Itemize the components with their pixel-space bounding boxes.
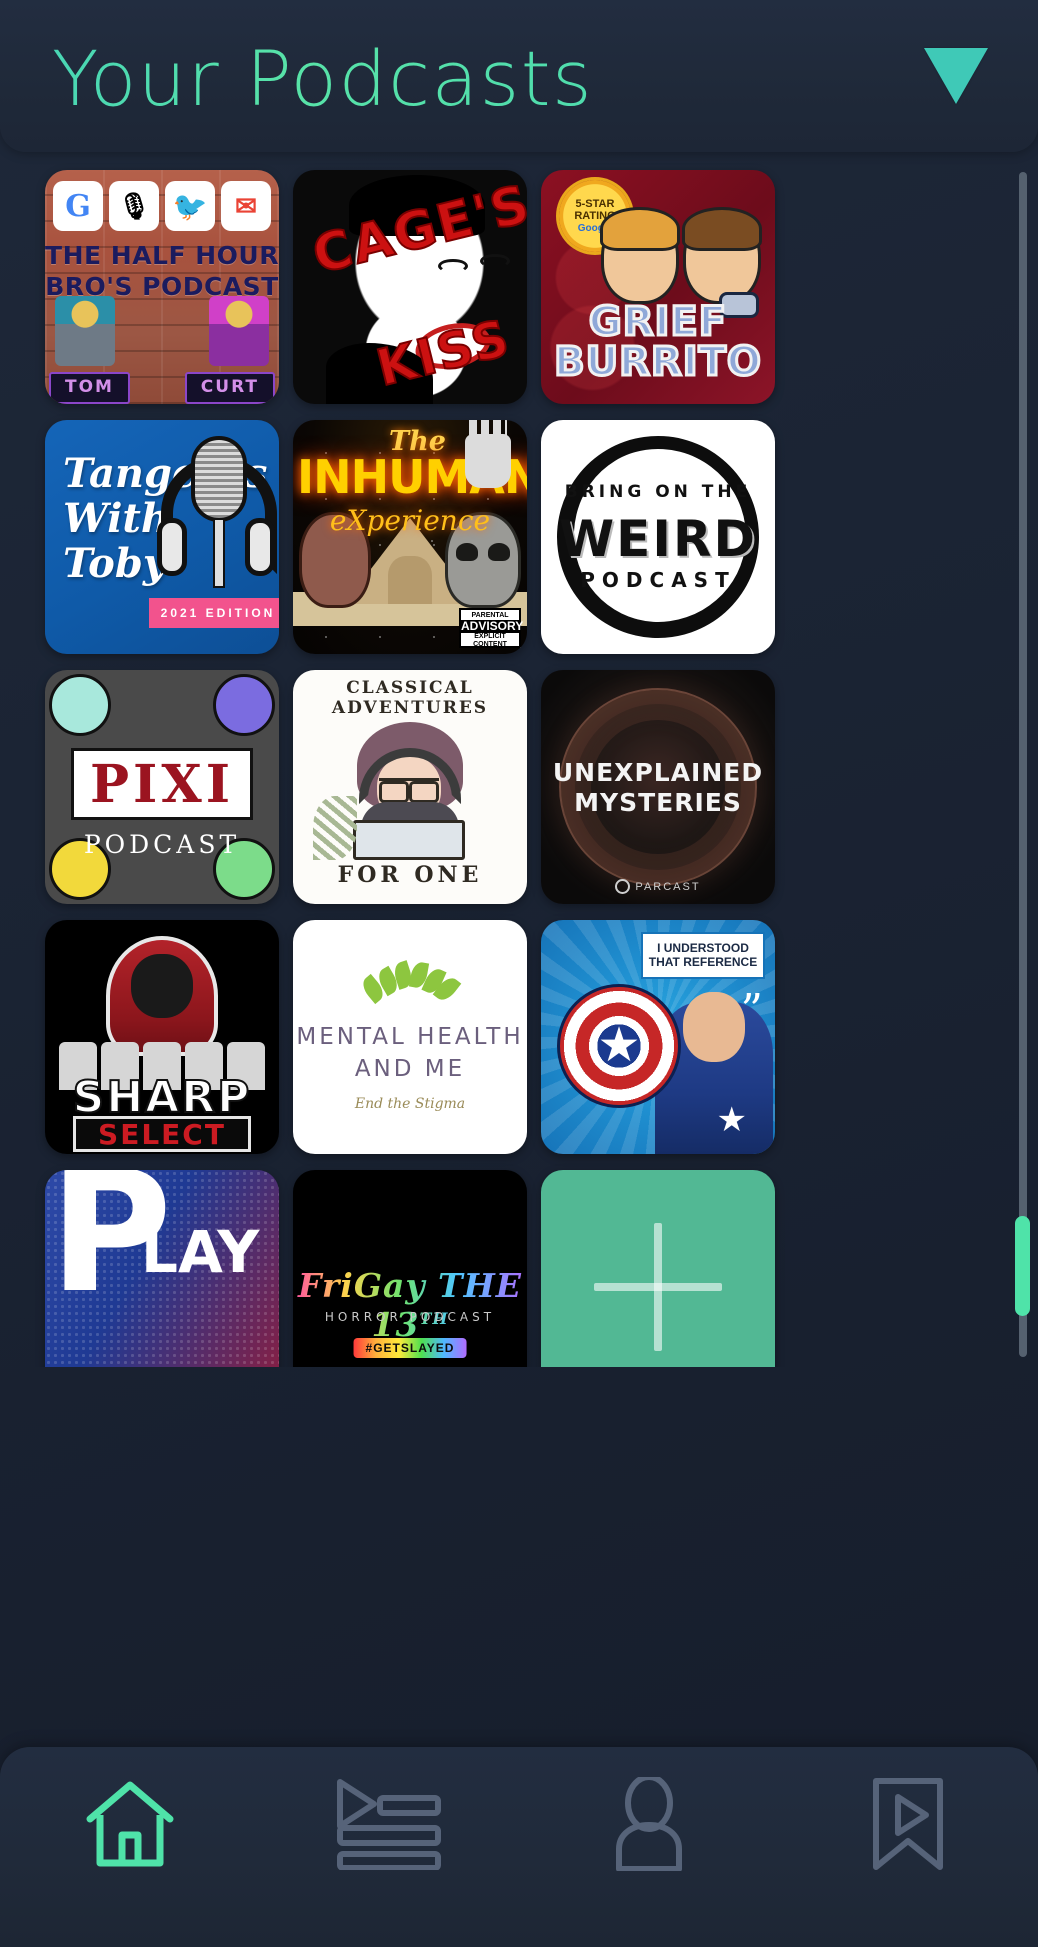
host-avatar-right (209, 296, 269, 366)
character-head-right (682, 207, 762, 304)
twitter-icon: 🐦 (165, 181, 215, 231)
podcast-tile-mental-health-and-me[interactable]: MENTAL HEALTH AND ME End the Stigma Ment… (293, 920, 527, 1154)
hashtag-badge: #GETSLAYED (353, 1338, 467, 1358)
podcast-tile-pixi-podcast[interactable]: PIXI PODCAST Pixi Podcast (45, 670, 279, 904)
tile-title-line2: WEIRD (559, 510, 757, 568)
edition-band: 2021 EDITION (149, 598, 279, 628)
tile-subtitle: PODCAST (83, 830, 241, 859)
quote-mark-icon: ” (740, 985, 764, 1036)
podcast-tile-bring-on-the-weird[interactable]: BRING ON THE WEIRD PODCAST Bring On The … (541, 420, 775, 654)
header: Your Podcasts (0, 0, 1038, 152)
host-name-left: TOM (49, 372, 130, 404)
podcast-tile-unexplained-mysteries[interactable]: UNEXPLAINED MYSTERIES PARCAST Unexplaine… (541, 670, 775, 904)
bookmark-play-icon (873, 1778, 944, 1870)
host-avatar-left (55, 296, 115, 366)
tile-title: PIXI (89, 753, 235, 815)
cage-eye-left (438, 258, 469, 273)
emoji-laughing-icon (213, 674, 275, 736)
podcast-tile-grief-burrito[interactable]: 5-STAR RATING Google GRIEF BURRITO Grief… (541, 170, 775, 404)
playlist-icon (337, 1779, 442, 1870)
character-head-left (600, 207, 680, 304)
plus-icon (594, 1223, 722, 1351)
tile-title-line3: PODCAST (580, 568, 736, 592)
host-name-row: TOM CURT (45, 372, 279, 404)
nav-item-profile[interactable] (579, 1769, 719, 1879)
person-icon (615, 1777, 682, 1871)
podcast-tile-frigay-the-13th[interactable]: FriGay THE 13TH HORROR PODCAST #GETSLAYE… (293, 1170, 527, 1367)
shield-art: ★ (557, 984, 681, 1108)
triangle-down-icon (924, 48, 988, 104)
scrollbar-track[interactable] (1019, 172, 1027, 1357)
home-icon (86, 1781, 174, 1867)
podcast-grid-scroll[interactable]: G 🎙 🐦 ✉ THE HALF HOUR BRO'S PODCAST TOM … (0, 152, 1038, 1367)
podcast-grid: G 🎙 🐦 ✉ THE HALF HOUR BRO'S PODCAST TOM … (0, 152, 1038, 1367)
title-plate: PIXI (71, 748, 253, 820)
tile-title-line1: BRING ON THE (564, 482, 752, 502)
emoji-heart-eyes-icon (49, 674, 111, 736)
microphone-headphones-icon (157, 426, 277, 626)
bottom-navigation-bar (0, 1747, 1038, 1947)
laurel-leaf-art (313, 796, 357, 860)
tile-title-line1: MENTAL HEALTH (296, 1024, 524, 1050)
network-logo: PARCAST (541, 879, 775, 894)
tile-title-sub: eXperience (329, 504, 491, 537)
app-screen: Your Podcasts G 🎙 🐦 ✉ THE HALF HOUR BRO'… (0, 0, 1038, 1947)
tile-title-word2: GAMES (69, 1363, 279, 1367)
tile-arc-title: CLASSICAL ADVENTURES (331, 678, 489, 718)
chest-star-icon: ★ (716, 1101, 747, 1139)
leaf-branch-icon (358, 960, 462, 1006)
hooded-face-art (131, 954, 193, 1018)
reader-illustration (351, 722, 469, 860)
parcast-mark-icon (615, 879, 631, 894)
tile-title: THE HALF HOUR BRO'S PODCAST (45, 241, 279, 302)
filter-sort-button[interactable] (918, 38, 994, 114)
add-podcast-button[interactable]: Add Podcast (541, 1170, 775, 1367)
scrollbar-thumb[interactable] (1015, 1216, 1030, 1316)
nav-item-saved[interactable] (838, 1769, 978, 1879)
podcast-tile-tangents-with-toby[interactable]: Tangents With Toby 2021 EDITION Tangents… (45, 420, 279, 654)
tile-subtitle: SELECT (73, 1116, 251, 1152)
tile-title-line2: AND ME (354, 1056, 466, 1082)
podcast-tile-half-hour-bros[interactable]: G 🎙 🐦 ✉ THE HALF HOUR BRO'S PODCAST TOM … (45, 170, 279, 404)
cage-eye-right (480, 254, 511, 269)
page-title: Your Podcasts (52, 34, 594, 123)
podcast-tile-cages-kiss[interactable]: CAGE'S KISS Cage's Kiss (293, 170, 527, 404)
podcast-tile-play[interactable]: P LAY GAMES Play Games (45, 1170, 279, 1367)
host-name-right: CURT (184, 372, 275, 404)
host-illustrations (45, 296, 279, 370)
gmail-icon: ✉ (221, 181, 271, 231)
shield-star-icon: ★ (597, 1019, 641, 1072)
alien-hand-icon (465, 420, 511, 488)
podcast-tile-classical-adventures-for-one[interactable]: CLASSICAL ADVENTURES FOR ONE Classical A… (293, 670, 527, 904)
social-icon-row: G 🎙 🐦 ✉ (49, 178, 275, 234)
tile-title-word: LAY (141, 1218, 260, 1286)
tile-subtitle: HORROR PODCAST (324, 1310, 496, 1324)
podcast-mic-icon: 🎙 (109, 181, 159, 231)
concentric-rings-art (559, 688, 757, 886)
tile-title: GRIEF BURRITO (553, 299, 763, 385)
podcast-tile-inhuman-experience[interactable]: The INHUMAN eXperience PARENTAL ADVISORY… (293, 420, 527, 654)
tile-title: FriGay THE 13TH (293, 1266, 527, 1344)
google-icon: G (53, 181, 103, 231)
podcast-tile-sharp-select[interactable]: SHARP SELECT Sharp Select (45, 920, 279, 1154)
nav-item-queue[interactable] (319, 1769, 459, 1879)
tile-title-line1: UNEXPLAINED (552, 758, 764, 787)
tile-bottom-text: FOR ONE (337, 862, 483, 888)
captain-head-art (683, 992, 745, 1062)
nav-item-home[interactable] (60, 1769, 200, 1879)
tile-tagline: End the Stigma (354, 1096, 466, 1112)
parental-advisory-badge: PARENTAL ADVISORY EXPLICIT CONTENT (459, 608, 523, 648)
quote-box: I UNDERSTOOD THAT REFERENCE (641, 932, 765, 979)
podcast-tile-i-understood-that-reference[interactable]: ★ ★ I UNDERSTOOD THAT REFERENCE ” I Unde… (541, 920, 775, 1154)
tile-title-line2: MYSTERIES (574, 788, 742, 817)
